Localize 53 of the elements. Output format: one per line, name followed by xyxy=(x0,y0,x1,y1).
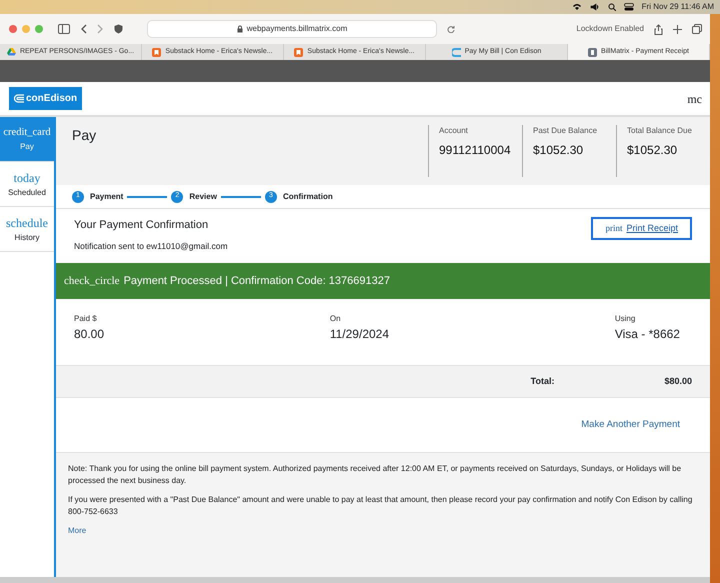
shield-icon xyxy=(114,24,123,34)
date-time: Fri Nov 29 11:46 AM xyxy=(642,1,714,13)
lock-icon xyxy=(236,25,243,33)
make-another-payment-link[interactable]: Make Another Payment xyxy=(581,418,680,432)
url-text: webpayments.billmatrix.com xyxy=(246,23,348,35)
detail-value: 80.00 xyxy=(74,326,104,343)
logo[interactable]: conEdison xyxy=(9,87,82,110)
note-paragraph: Note: Thank you for using the online bill payment system. Authorized payments received after 12:00 AM ET, or payments received on Saturdays, Sundays, or Holidays will be processed the next business day. xyxy=(68,463,682,488)
detail-value: Visa - *8662 xyxy=(614,326,680,343)
address-bar[interactable]: webpayments.billmatrix.com xyxy=(147,20,437,38)
step-connector xyxy=(127,196,168,198)
tab-favicon-icon xyxy=(452,48,461,56)
note-paragraph: If you were presented with a "Past Due Balance" amount and were unable to pay at least that amount, then please record your pay confirmation and notify Con Edison by calling 800-752-6633 xyxy=(68,494,694,518)
page-title: Pay xyxy=(72,126,98,145)
detail-label: Paid $ xyxy=(74,313,98,325)
step-label: Payment xyxy=(90,190,124,202)
tab-favicon-icon xyxy=(152,48,162,56)
tab-favicon-icon xyxy=(588,48,598,56)
reload-icon[interactable] xyxy=(447,25,455,33)
lockdown-status: Lockdown Enabled xyxy=(576,23,644,35)
share-icon[interactable] xyxy=(654,24,663,34)
header-text: mc xyxy=(687,90,702,108)
summary-value: 99112110004 xyxy=(439,142,512,159)
total-value: $80.00 xyxy=(664,374,692,388)
summary-value: $1052.30 xyxy=(533,142,584,159)
detail-label: Using xyxy=(614,313,636,325)
print-receipt-button[interactable]: print Print Receipt xyxy=(591,217,692,240)
more-link[interactable]: More xyxy=(68,526,86,535)
status-banner: check_circle Payment Processed | Confirmation Code: 1376691327 xyxy=(56,263,710,299)
search-icon xyxy=(608,3,616,11)
summary-label: Account xyxy=(439,125,469,137)
confirmation-title: Your Payment Confirmation xyxy=(74,218,210,233)
wifi-icon xyxy=(572,3,582,11)
summary-label: Past Due Balance xyxy=(533,125,598,137)
summary-value: $1052.30 xyxy=(627,142,678,159)
toggle-icon xyxy=(624,3,634,11)
back-icon[interactable] xyxy=(80,24,87,34)
tab-favicon-icon xyxy=(6,48,16,56)
new-tab-icon[interactable] xyxy=(673,24,682,34)
summary-label: Total Balance Due xyxy=(627,125,693,137)
sidebar-item[interactable]: credit_card Pay xyxy=(0,117,54,162)
step-label: Review xyxy=(189,190,217,202)
tab-favicon-icon xyxy=(294,48,304,56)
volume-icon xyxy=(590,3,600,11)
detail-value: 11/29/2024 xyxy=(330,326,390,343)
detail-label: On xyxy=(330,313,342,325)
tabs-overview-icon[interactable] xyxy=(692,24,702,34)
notification-text: Notification sent to ew11010@gmail.com xyxy=(74,240,228,252)
step-connector xyxy=(220,196,261,198)
total-label: Total: xyxy=(530,374,554,388)
step-label: Confirmation xyxy=(282,190,333,202)
sidebar-icon[interactable] xyxy=(58,24,70,34)
logo-mark-icon xyxy=(14,94,24,103)
